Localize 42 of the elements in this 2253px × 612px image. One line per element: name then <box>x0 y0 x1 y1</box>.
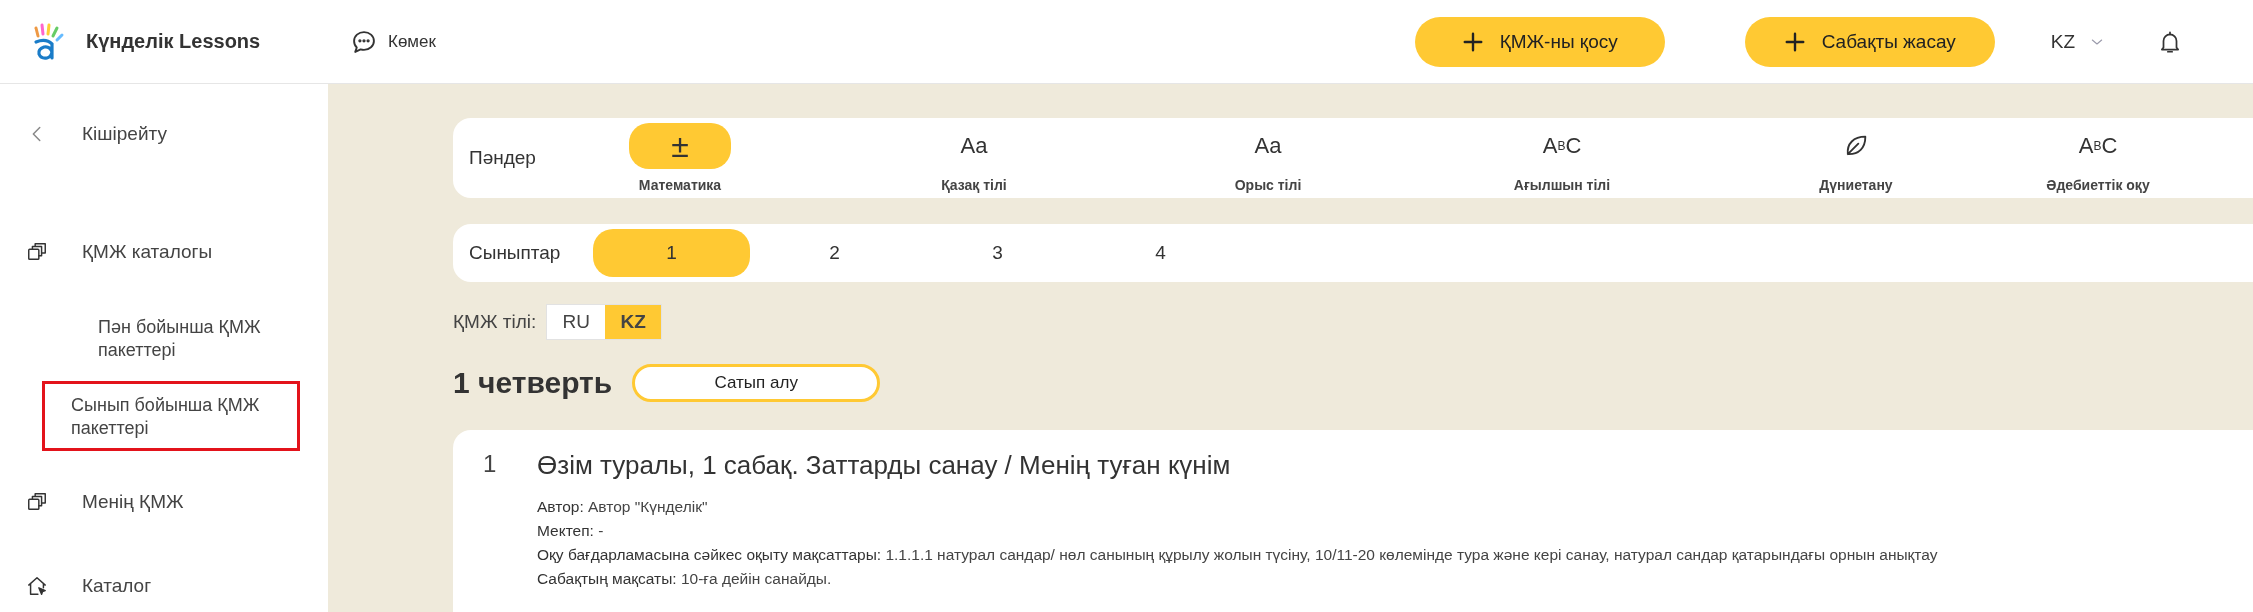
stacked-squares-icon <box>26 241 48 263</box>
subject-icon: A$^{B}$C <box>1511 123 1613 169</box>
plus-icon <box>1783 30 1806 53</box>
subject-icon: A$^{B}$C <box>2047 123 2149 169</box>
class-tab[interactable]: 2 <box>756 229 913 277</box>
stacked-squares-icon <box>26 491 48 513</box>
classes-label: Сыныптар <box>469 242 562 264</box>
language-label: ҚМЖ тілі: <box>453 311 537 333</box>
add-button[interactable]: Сабақты жасау <box>1744 16 1995 67</box>
class-tab[interactable]: 1 <box>593 229 750 277</box>
subject-icon: ± <box>629 123 731 169</box>
lesson-detail: Мектеп: - <box>537 521 605 541</box>
subject-tab[interactable]: Дүниетану <box>1709 123 2003 193</box>
help-link[interactable]: Көмек <box>350 27 436 56</box>
lesson-number: 1 <box>483 450 495 479</box>
house-icon <box>26 575 48 597</box>
subject-icon: Aa <box>923 123 1025 169</box>
class-tab[interactable]: 3 <box>919 229 1076 277</box>
subjects-label: Пәндер <box>469 147 537 169</box>
brand-name: Күнделік Lessons <box>86 30 261 53</box>
sidebar-item[interactable]: Менің ҚМЖ <box>0 482 328 522</box>
sidebar-item[interactable]: Кішірейту <box>0 114 328 154</box>
sidebar-item[interactable]: ҚМЖ каталогы <box>0 232 328 272</box>
lesson-detail: Автор: Автор "Күнделік" <box>537 497 709 517</box>
lesson-detail: Сабақтың мақсаты: 10-ға дейін санайды. <box>537 569 833 589</box>
subject-tab[interactable]: A$^{B}$C Ағылшын тілі <box>1415 123 1709 193</box>
sidebar-subitem[interactable]: Пән бойынша ҚМЖ пакеттері <box>98 316 308 362</box>
lesson-title[interactable]: Өзім туралы, 1 сабақ. Заттарды санау / Менің туған күнім <box>537 450 1938 481</box>
subject-tab[interactable]: A$^{B}$C Әдебиеттік оқу <box>2003 123 2193 193</box>
sidebar-item[interactable]: Каталог <box>0 566 328 606</box>
lesson-detail: Оқу бағдарламасына сәйкес оқыту мақсаттары: 1.1.1.1 натурал сандар/ нөл санының құрылу жолын түсіну, 10/11-20 көлемінде тура және кері санау, натурал сандар қатарындағы орнын анықтау <box>537 545 1938 565</box>
add-button[interactable]: ҚМЖ-ны қосу <box>1414 16 1665 67</box>
sidebar-subitem[interactable]: Сынып бойынша ҚМЖ пакеттері <box>45 384 297 448</box>
class-tab[interactable]: 4 <box>1082 229 1239 277</box>
subject-icon: Aa <box>1217 123 1319 169</box>
subject-tab[interactable]: Aa Қазақ тілі <box>827 123 1121 193</box>
quarter-title: 1 четверть <box>453 366 613 400</box>
subject-tab[interactable]: Aa Орыс тілі <box>1121 123 1415 193</box>
plus-icon <box>1461 30 1484 53</box>
language-option[interactable]: KZ <box>605 305 662 339</box>
language-selector[interactable]: KZ <box>2044 29 2111 54</box>
buy-button[interactable]: Сатып алу <box>632 364 881 402</box>
